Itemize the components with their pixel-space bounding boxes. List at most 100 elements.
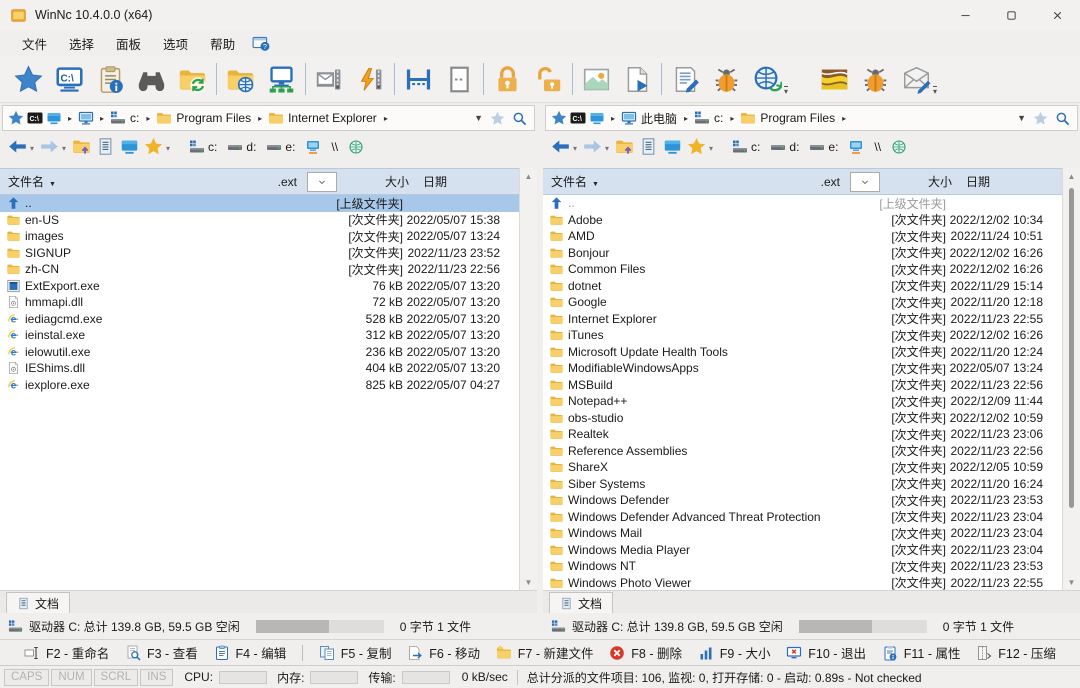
fkey-f4[interactable]: F4 - 编辑: [214, 643, 286, 662]
drive-button-e[interactable]: e:: [806, 139, 841, 155]
desktop-screen-icon[interactable]: [46, 110, 62, 126]
file-row[interactable]: obs-studio [次文件夹] 2022/12/02 10:59: [543, 410, 1062, 427]
drive-button-d[interactable]: d:: [224, 139, 259, 155]
folder-icon[interactable]: [740, 110, 756, 126]
split-horizontal-button[interactable]: [398, 60, 439, 98]
file-row[interactable]: Windows Defender Advanced Threat Protect…: [543, 509, 1062, 526]
breadcrumb-arrow-icon[interactable]: ▸: [681, 114, 691, 123]
scroll-track[interactable]: [1063, 184, 1080, 574]
drive-button[interactable]: [845, 139, 867, 155]
file-row[interactable]: AMD [次文件夹] 2022/11/24 10:51: [543, 228, 1062, 245]
fkey-f7[interactable]: F7 - 新建文件: [496, 643, 594, 662]
scroll-thumb[interactable]: [1069, 188, 1074, 508]
file-row[interactable]: Windows Photo Viewer [次文件夹] 2022/11/23 22:…: [543, 575, 1062, 590]
scroll-track[interactable]: [520, 184, 537, 574]
file-row[interactable]: images [次文件夹] 2022/05/07 13:24: [0, 228, 519, 245]
arrow-back-icon[interactable]: [8, 137, 27, 156]
drive-button-[interactable]: \\: [871, 140, 884, 154]
file-row[interactable]: Reference Assemblies [次文件夹] 2022/11/23 22:…: [543, 443, 1062, 460]
dropdown-caret-icon[interactable]: ▾: [62, 144, 66, 153]
folder-sync-button[interactable]: [172, 60, 213, 98]
zip-extract-button[interactable]: [350, 60, 391, 98]
close-icon[interactable]: [1034, 0, 1080, 30]
computer-monitor-icon[interactable]: [621, 110, 637, 126]
file-row[interactable]: zh-CN [次文件夹] 2022/11/23 22:56: [0, 261, 519, 278]
computer-monitor-icon[interactable]: [78, 110, 94, 126]
file-row[interactable]: Siber Systems [次文件夹] 2022/11/20 16:24: [543, 476, 1062, 493]
breadcrumb-segment[interactable]: c:: [129, 111, 140, 125]
dropdown-caret-icon[interactable]: ▾: [166, 144, 170, 153]
properties-clipboard-button[interactable]: [90, 60, 131, 98]
fkey-f5[interactable]: F5 - 复制: [319, 643, 392, 662]
menu-item-3[interactable]: 面板: [106, 31, 151, 56]
scrollbar[interactable]: ▲ ▼: [1062, 168, 1080, 590]
scroll-up-icon[interactable]: ▲: [1068, 168, 1076, 184]
map-layers-button[interactable]: [814, 60, 855, 98]
file-row[interactable]: ShareX [次文件夹] 2022/12/05 10:59: [543, 459, 1062, 476]
documents-tab[interactable]: 文档: [549, 592, 614, 613]
breadcrumb-arrow-icon[interactable]: ▸: [255, 114, 265, 123]
arrow-forward-icon[interactable]: [583, 137, 602, 156]
column-ext[interactable]: .ext: [257, 175, 297, 189]
file-edit-button[interactable]: [665, 60, 706, 98]
search-icon[interactable]: [512, 111, 527, 126]
breadcrumb-arrow-icon[interactable]: ▸: [97, 114, 107, 123]
file-row[interactable]: Common Files [次文件夹] 2022/12/02 16:26: [543, 261, 1062, 278]
file-row[interactable]: Realtek [次文件夹] 2022/11/23 23:06: [543, 426, 1062, 443]
pin-star-icon[interactable]: [551, 110, 567, 126]
column-date[interactable]: 日期: [952, 173, 1062, 190]
column-size[interactable]: 大小: [888, 173, 952, 190]
file-row[interactable]: ExtExport.exe 76 kB 2022/05/07 13:20: [0, 278, 519, 295]
desktop-screen-icon[interactable]: [120, 137, 139, 156]
fkey-f12[interactable]: F12 - 压缩: [976, 643, 1056, 662]
file-row[interactable]: Notepad++ [次文件夹] 2022/12/09 11:44: [543, 393, 1062, 410]
maximize-icon[interactable]: [988, 0, 1034, 30]
breadcrumb-arrow-icon[interactable]: ▸: [727, 114, 737, 123]
drive-button[interactable]: [888, 139, 910, 155]
dropdown-caret-icon[interactable]: ▾: [709, 144, 713, 153]
breadcrumb-arrow-icon[interactable]: ▸: [381, 114, 391, 123]
file-row[interactable]: Microsoft Update Health Tools [次文件夹] 2022/…: [543, 344, 1062, 361]
file-row[interactable]: MSBuild [次文件夹] 2022/11/23 22:56: [543, 377, 1062, 394]
drive-button-d[interactable]: d:: [767, 139, 802, 155]
dropdown-caret-icon[interactable]: ▾: [933, 86, 938, 96]
scroll-down-icon[interactable]: ▼: [1068, 574, 1076, 590]
file-list-icon[interactable]: [96, 137, 115, 156]
favorite-star-gold-icon[interactable]: [144, 137, 163, 156]
file-row[interactable]: dotnet [次文件夹] 2022/11/29 15:14: [543, 278, 1062, 295]
ext-filter-dropdown[interactable]: [850, 171, 880, 192]
desktop-screen-icon[interactable]: [663, 137, 682, 156]
titlebar[interactable]: WinNc 10.4.0.0 (x64): [0, 0, 1080, 30]
drive-button[interactable]: [302, 139, 324, 155]
help-window-icon[interactable]: ?: [251, 34, 271, 52]
file-row[interactable]: Windows Media Player [次文件夹] 2022/11/23 23:…: [543, 542, 1062, 559]
folder-icon[interactable]: [156, 110, 172, 126]
scroll-down-icon[interactable]: ▼: [525, 574, 533, 590]
breadcrumb-segment[interactable]: Program Files: [759, 111, 836, 125]
file-row[interactable]: Internet Explorer [次文件夹] 2022/11/23 22:55: [543, 311, 1062, 328]
single-panel-button[interactable]: [439, 60, 480, 98]
favorite-star-faded-icon[interactable]: [1033, 111, 1048, 126]
breadcrumb-segment[interactable]: Program Files: [175, 111, 252, 125]
path-dropdown-icon[interactable]: ▼: [474, 113, 483, 123]
virus-bug-button[interactable]: [855, 60, 896, 98]
file-row[interactable]: e ieinstal.exe 312 kB 2022/05/07 13:20: [0, 327, 519, 344]
column-date[interactable]: 日期: [409, 173, 519, 190]
pin-star-icon[interactable]: [8, 110, 24, 126]
mail-compose-button[interactable]: [896, 60, 937, 98]
dropdown-caret-icon[interactable]: ▾: [784, 86, 789, 96]
lock-button[interactable]: [487, 60, 528, 98]
dropdown-caret-icon[interactable]: ▾: [573, 144, 577, 153]
unlock-button[interactable]: [528, 60, 569, 98]
drive-button[interactable]: [345, 139, 367, 155]
image-viewer-button[interactable]: [576, 60, 617, 98]
file-row[interactable]: e iexplore.exe 825 kB 2022/05/07 04:27: [0, 377, 519, 394]
dropdown-caret-icon[interactable]: ▾: [30, 144, 34, 153]
web-update-button[interactable]: [747, 60, 788, 98]
scrollbar[interactable]: ▲ ▼: [519, 168, 537, 590]
fkey-f6[interactable]: F6 - 移动: [407, 643, 480, 662]
search-icon[interactable]: [1055, 111, 1070, 126]
terminal-badge-icon[interactable]: C:\: [27, 110, 43, 126]
debug-bug-button[interactable]: [706, 60, 747, 98]
file-row[interactable]: Google [次文件夹] 2022/11/20 12:18: [543, 294, 1062, 311]
